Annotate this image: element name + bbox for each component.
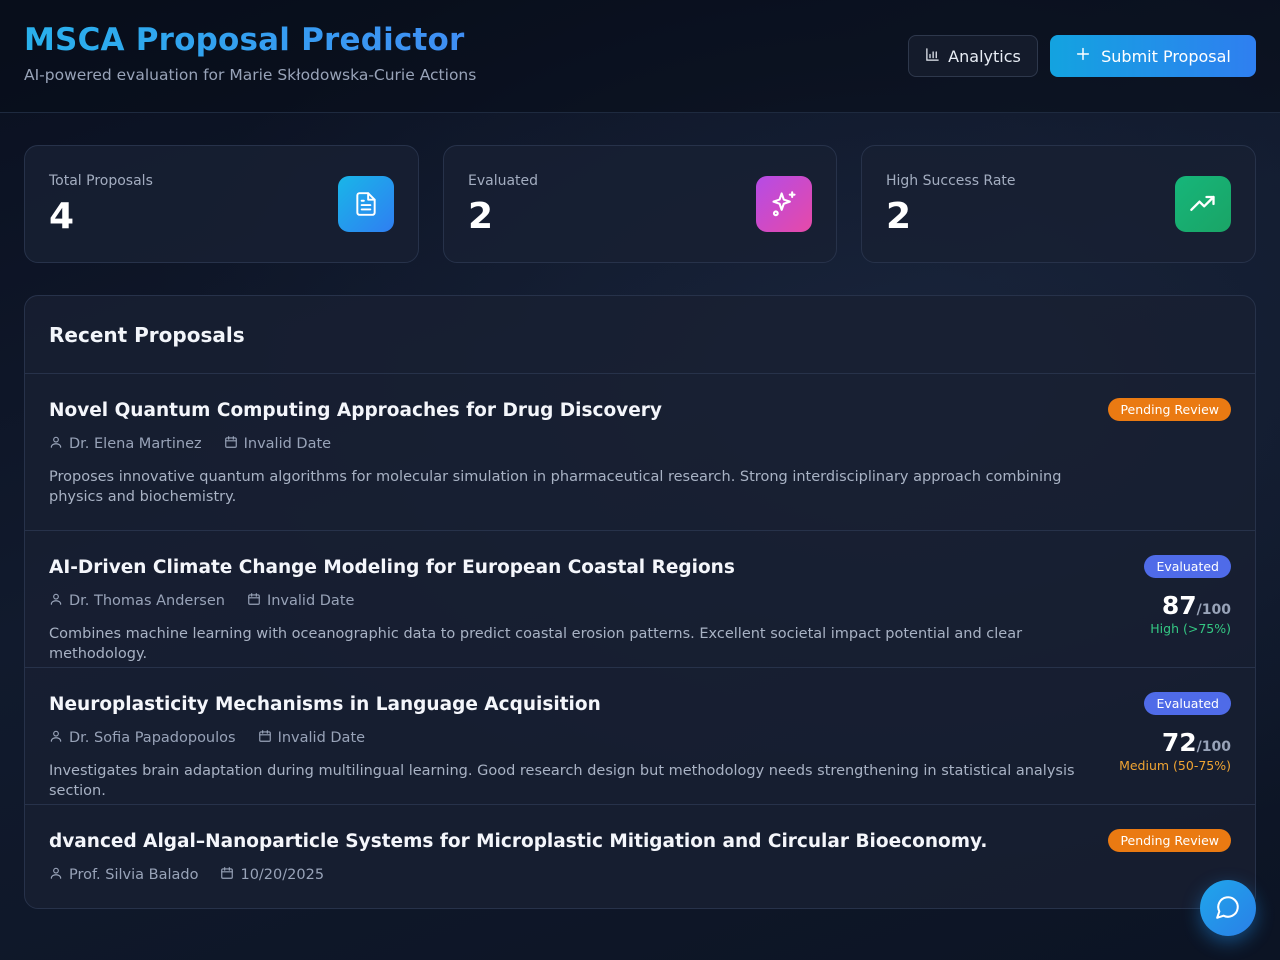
proposal-date: 10/20/2025 <box>240 867 325 883</box>
chat-bubble-icon <box>1215 894 1241 923</box>
proposal-title: dvanced Algal–Nanoparticle Systems for M… <box>49 831 988 852</box>
stat-value: 4 <box>49 196 75 237</box>
proposal-meta: Prof. Silvia Balado 10/20/2025 <box>49 866 324 884</box>
score-value: 87 <box>1161 591 1197 620</box>
proposal-title: Novel Quantum Computing Approaches for D… <box>49 400 662 421</box>
stat-label: High Success Rate <box>886 173 1016 189</box>
status-badge: Pending Review <box>1108 398 1231 421</box>
stat-label: Total Proposals <box>49 173 153 189</box>
proposal-item[interactable]: dvanced Algal–Nanoparticle Systems for M… <box>25 805 1255 908</box>
success-level: High (>75%) <box>1150 621 1231 636</box>
proposal-author: Prof. Silvia Balado <box>69 867 199 883</box>
score-max: /100 <box>1196 602 1231 618</box>
user-icon <box>49 435 63 453</box>
submit-proposal-button[interactable]: Submit Proposal <box>1050 35 1256 77</box>
calendar-icon <box>220 866 234 884</box>
score-value: 72 <box>1161 728 1197 757</box>
panel-header: Recent Proposals <box>25 296 1255 374</box>
analytics-button[interactable]: Analytics <box>908 35 1038 77</box>
proposal-meta: Dr. Elena Martinez Invalid Date <box>49 435 331 453</box>
document-icon <box>338 176 394 232</box>
proposal-meta: Dr. Sofia Papadopoulos Invalid Date <box>49 729 365 747</box>
proposal-author: Dr. Thomas Andersen <box>69 593 225 609</box>
app-title: MSCA Proposal Predictor <box>24 22 465 58</box>
user-icon <box>49 729 63 747</box>
calendar-icon <box>247 592 261 610</box>
success-level: Medium (50-75%) <box>1119 758 1231 773</box>
proposal-item[interactable]: Neuroplasticity Mechanisms in Language A… <box>25 668 1255 805</box>
trending-up-icon <box>1175 176 1231 232</box>
proposal-score: 87/100 High (>75%) <box>1150 591 1231 636</box>
proposal-description: Proposes innovative quantum algorithms f… <box>49 469 1062 505</box>
bar-chart-icon <box>925 47 940 66</box>
plus-icon <box>1075 46 1091 66</box>
status-badge: Pending Review <box>1108 829 1231 852</box>
recent-proposals-panel: Recent Proposals Novel Quantum Computing… <box>24 295 1256 909</box>
calendar-icon <box>224 435 238 453</box>
proposal-item[interactable]: AI-Driven Climate Change Modeling for Eu… <box>25 531 1255 668</box>
proposal-author: Dr. Elena Martinez <box>69 436 202 452</box>
user-icon <box>49 592 63 610</box>
stat-label: Evaluated <box>468 173 539 189</box>
stat-card-total-proposals: Total Proposals 4 <box>24 145 419 263</box>
stat-value: 2 <box>886 196 912 237</box>
app-header: MSCA Proposal Predictor AI-powered evalu… <box>0 0 1280 113</box>
proposal-date: Invalid Date <box>243 436 332 452</box>
submit-proposal-label: Submit Proposal <box>1101 46 1231 66</box>
analytics-label: Analytics <box>948 46 1021 66</box>
app-subtitle: AI-powered evaluation for Marie Skłodows… <box>24 66 477 84</box>
proposal-description: Combines machine learning with oceanogra… <box>49 626 1023 662</box>
recent-proposals-title: Recent Proposals <box>49 322 245 347</box>
proposal-meta: Dr. Thomas Andersen Invalid Date <box>49 592 354 610</box>
proposal-item[interactable]: Novel Quantum Computing Approaches for D… <box>25 374 1255 531</box>
proposal-date: Invalid Date <box>266 593 355 609</box>
proposal-date: Invalid Date <box>277 730 366 746</box>
stat-card-evaluated: Evaluated 2 <box>443 145 837 263</box>
status-badge: Evaluated <box>1144 555 1231 578</box>
user-icon <box>49 866 63 884</box>
score-max: /100 <box>1196 739 1231 755</box>
stat-card-high-success-rate: High Success Rate 2 <box>861 145 1256 263</box>
status-badge: Evaluated <box>1144 692 1231 715</box>
chat-button[interactable] <box>1200 880 1256 936</box>
proposal-author: Dr. Sofia Papadopoulos <box>69 730 236 746</box>
proposal-title: Neuroplasticity Mechanisms in Language A… <box>49 694 601 715</box>
sparkles-icon <box>756 176 812 232</box>
calendar-icon <box>258 729 272 747</box>
proposal-score: 72/100 Medium (50-75%) <box>1119 728 1231 773</box>
stat-value: 2 <box>468 196 494 237</box>
proposal-title: AI-Driven Climate Change Modeling for Eu… <box>49 557 735 578</box>
proposal-description: Investigates brain adaptation during mul… <box>49 763 1075 799</box>
